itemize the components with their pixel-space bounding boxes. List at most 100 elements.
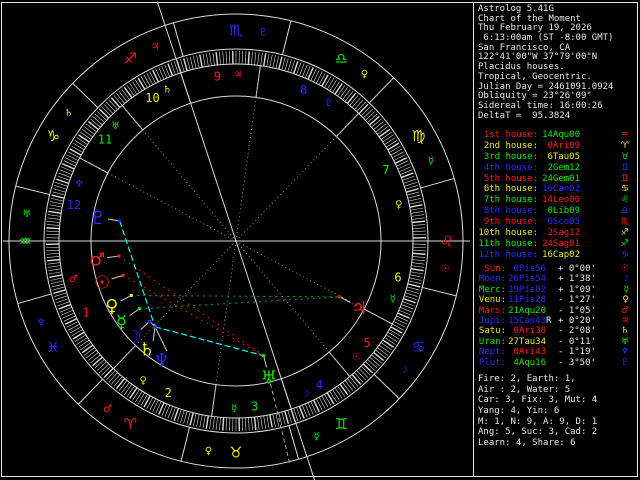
degree-tick [377, 126, 388, 135]
degree-tick [135, 79, 143, 92]
degree-tick [385, 140, 398, 148]
degree-tick [369, 356, 380, 366]
degree-tick [225, 417, 228, 431]
retrograde-flag [546, 274, 552, 284]
degree-tick [219, 51, 221, 65]
stat-mnad: M: 1, N: 9, A: 9, D: 1 [478, 416, 598, 427]
wheel-planet-icon: ♂ [89, 249, 105, 270]
house-label: 1st house: [483, 130, 538, 140]
degree-tick [92, 116, 103, 126]
degree-tick [411, 262, 425, 265]
sign-divider [420, 177, 455, 189]
planet-row: Jupi: 15Can43 R + 0°20' ♃ [478, 316, 636, 326]
house-sign-icon: ♎ [620, 206, 629, 217]
degree-tick [84, 126, 95, 135]
degree-tick [373, 351, 385, 362]
degree-tick [253, 416, 257, 431]
degree-tick [49, 204, 63, 208]
degree-tick [215, 51, 219, 66]
degree-tick [406, 289, 419, 294]
degree-tick [74, 334, 87, 342]
degree-tick [118, 91, 128, 102]
degree-tick [46, 256, 60, 258]
degree-tick [363, 108, 373, 119]
degree-tick [94, 113, 105, 123]
planet-label: Merc: [478, 284, 506, 295]
degree-tick [72, 142, 85, 151]
house-cusp-value: 2Gem12 [547, 162, 580, 173]
degree-tick [329, 390, 337, 403]
degree-tick [56, 298, 69, 304]
house-cusp-value: 24Gem01 [542, 173, 580, 184]
degree-tick [137, 77, 146, 90]
planet-position-dot [118, 219, 122, 223]
degree-tick [405, 292, 418, 297]
degree-tick [369, 115, 380, 126]
zodiac-sign-icon: ♑ [47, 127, 60, 145]
degree-tick [394, 318, 407, 325]
degree-tick [346, 92, 357, 104]
degree-tick [46, 224, 60, 226]
degree-tick [192, 55, 197, 69]
degree-tick [110, 97, 121, 108]
planet-velocity: - 3°50' [558, 357, 596, 368]
degree-tick [56, 178, 69, 185]
house-label: 11th house: [478, 238, 538, 249]
degree-tick [68, 323, 80, 331]
house-sign-icon: ♑ [620, 249, 629, 260]
sign-ruler-icon: ♃ [151, 42, 160, 53]
degree-tick [378, 128, 391, 138]
house-number: 10 [145, 91, 159, 105]
degree-tick [412, 224, 426, 226]
degree-tick [199, 54, 203, 68]
house-ruler-icon: ♃ [233, 70, 242, 81]
degree-tick [50, 280, 64, 285]
degree-tick [326, 77, 335, 90]
planet-position-dot [129, 293, 133, 297]
degree-tick [101, 106, 112, 117]
planet-icon: ♃ [620, 315, 629, 326]
house-cusp-value: 0Ari09 [547, 140, 580, 151]
degree-tick [409, 274, 423, 278]
degree-tick [124, 384, 133, 395]
degree-tick [275, 413, 280, 427]
degree-tick [351, 374, 362, 385]
degree-tick [244, 417, 247, 431]
degree-tick [209, 52, 212, 66]
degree-tick [262, 53, 267, 67]
house-ruler-icon: ☿ [390, 294, 396, 305]
sign-ruler-icon: ♄ [64, 108, 73, 119]
degree-tick [412, 227, 426, 229]
house-ruler-icon: ♆ [75, 179, 84, 190]
degree-tick [373, 121, 384, 130]
degree-tick [284, 58, 289, 71]
planet-label: Satu: [478, 326, 506, 337]
sign-ruler-icon: ♀ [205, 446, 212, 457]
planet-position-dot [262, 354, 266, 358]
planet-label: Venu: [478, 295, 506, 306]
degree-tick [257, 52, 260, 66]
house-ruler-icon: ☽ [300, 389, 309, 400]
degree-tick [196, 414, 200, 427]
house-number: 9 [214, 69, 221, 83]
house-ruler-icon: ☉ [352, 352, 361, 363]
sign-ruler-icon: ♆ [37, 317, 46, 328]
degree-tick [50, 277, 63, 281]
degree-tick [248, 417, 250, 431]
sign-divider [15, 185, 50, 196]
degree-tick [384, 337, 396, 345]
planet-row: Nept: 0Ari43 - 1°19' ♆ [478, 347, 636, 357]
planets-table: Sun: 0Pis56 + 0°00' ☉ Moon: 26Pis54 + 1°38' ☽… [478, 264, 636, 368]
planet-icon: ♇ [620, 357, 629, 368]
degree-tick [394, 157, 408, 165]
stat-modes: Car: 3, Fix: 3, Mut: 4 [478, 395, 598, 406]
planet-icon: ☿ [623, 284, 629, 295]
degree-tick [115, 378, 126, 390]
house-sign-icon: ♐ [620, 238, 629, 249]
house-sign-icon: ♊ [620, 173, 629, 184]
degree-tick [183, 411, 188, 424]
planet-position-value: 26Pis54 [508, 274, 546, 285]
planet-label: Nept: [478, 347, 506, 358]
degree-tick [94, 359, 105, 369]
degree-tick [189, 56, 194, 70]
